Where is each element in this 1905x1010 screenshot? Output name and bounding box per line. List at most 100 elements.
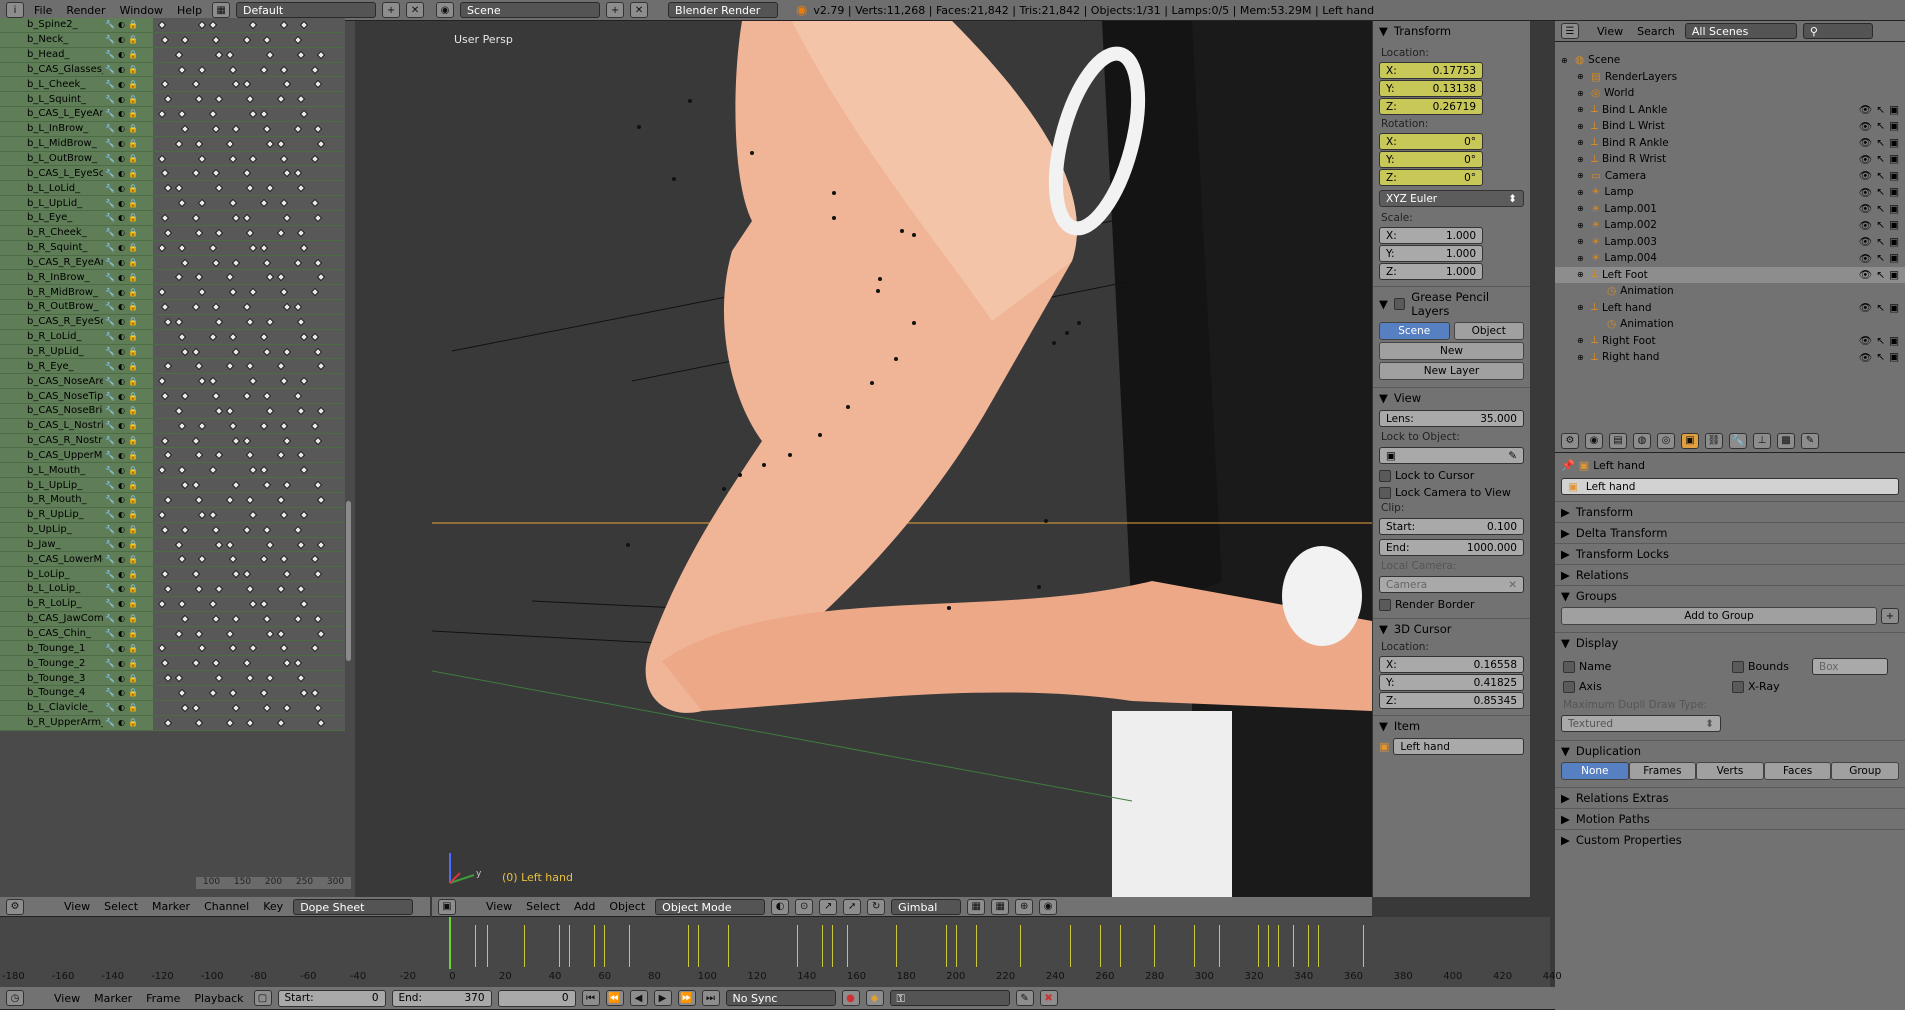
dopesheet-channel[interactable]: b_R_UpLid_ 🔧 ◐ 🔒 — [0, 344, 345, 360]
channel-keys[interactable] — [153, 225, 345, 240]
lock-object-field[interactable]: ▣ ✎ — [1379, 447, 1524, 464]
keyframe-marker[interactable] — [163, 184, 173, 193]
outliner-item[interactable]: ⊕ ▤ RenderLayers — [1555, 69, 1905, 86]
keyframe-marker[interactable] — [313, 347, 323, 356]
keyframe-marker[interactable] — [262, 35, 272, 45]
keyframe-marker[interactable] — [299, 20, 309, 30]
render-visibility-icon[interactable]: ▣ — [1889, 137, 1899, 149]
next-key-icon[interactable]: ⏩ — [677, 990, 696, 1006]
keyframe-marker[interactable] — [191, 569, 201, 579]
lock-icon[interactable]: 🔒 — [128, 614, 138, 623]
rotation-z-field[interactable]: Z: 0° — [1379, 169, 1483, 186]
dopesheet-channel[interactable]: b_Jaw_ 🔧 ◐ 🔒 — [0, 537, 345, 553]
dopesheet-channel[interactable]: b_L_Clavicle_ 🔧 ◐ 🔒 — [0, 700, 345, 716]
keyframe-marker[interactable] — [248, 154, 258, 163]
keyframe-marker[interactable] — [174, 540, 184, 549]
mute-icon[interactable]: ◐ — [118, 169, 125, 178]
dopesheet-channel[interactable]: b_L_Squint_ 🔧 ◐ 🔒 — [0, 92, 345, 108]
dopesheet-channel[interactable]: b_L_UpLid_ 🔧 ◐ 🔒 — [0, 196, 345, 211]
render-visibility-icon[interactable]: ▣ — [1889, 104, 1899, 116]
keyframe-marker[interactable] — [316, 629, 326, 638]
dopesheet-channel[interactable]: b_R_Squint_ 🔧 ◐ 🔒 — [0, 240, 345, 256]
keyframe-marker[interactable] — [225, 273, 235, 282]
keyframe-marker[interactable] — [163, 673, 173, 683]
keyframe-marker[interactable] — [214, 540, 224, 549]
wrench-icon[interactable]: 🔧 — [105, 273, 115, 282]
keyframe-marker[interactable] — [157, 287, 167, 297]
keyframe-marker[interactable] — [265, 406, 275, 416]
display-axis-checkbox[interactable] — [1563, 680, 1575, 693]
keyframe-marker[interactable] — [194, 228, 204, 238]
outliner-editor-icon[interactable]: ☰ — [1561, 23, 1579, 39]
eye-icon[interactable]: 👁 — [1859, 136, 1872, 149]
keyframe-marker[interactable] — [174, 273, 184, 282]
location-x-field[interactable]: X: 0.17753 — [1379, 62, 1483, 79]
wrench-icon[interactable]: 🔧 — [105, 495, 115, 504]
keyframe-marker[interactable] — [231, 703, 241, 713]
eye-icon[interactable]: 👁 — [1859, 169, 1872, 182]
outliner-menu-search[interactable]: Search — [1633, 25, 1679, 38]
lock-icon[interactable]: 🔒 — [128, 20, 138, 29]
outliner-item[interactable]: ⊕ ⟂ Bind L Wrist 👁 ↖ ▣ — [1555, 118, 1905, 135]
keyframe-marker[interactable] — [214, 406, 224, 416]
eye-icon[interactable]: 👁 — [1859, 351, 1872, 364]
keyframe-marker[interactable] — [316, 718, 326, 727]
keyframe-marker[interactable] — [299, 332, 309, 341]
keyframe-marker[interactable] — [276, 718, 286, 727]
keyframe-marker[interactable] — [180, 124, 190, 134]
lock-icon[interactable]: 🔒 — [128, 317, 138, 326]
mute-icon[interactable]: ◐ — [118, 525, 125, 534]
keyframe-marker[interactable] — [174, 317, 184, 327]
wrench-icon[interactable]: 🔧 — [105, 674, 115, 683]
keyframe-marker[interactable] — [194, 273, 204, 282]
channel-keys[interactable] — [153, 493, 345, 507]
lock-icon[interactable]: 🔒 — [128, 659, 138, 668]
keyframe-marker[interactable] — [276, 273, 286, 282]
keyframe-marker[interactable] — [157, 154, 167, 163]
keyframe-marker[interactable] — [177, 198, 187, 208]
mute-icon[interactable]: ◐ — [118, 570, 125, 579]
keyframe-marker[interactable] — [310, 644, 320, 653]
render-visibility-icon[interactable]: ▣ — [1889, 120, 1899, 132]
keyframe-marker[interactable] — [262, 480, 272, 490]
keyframe-marker[interactable] — [248, 20, 258, 30]
keyframe-marker[interactable] — [242, 659, 252, 668]
keyframe-marker[interactable] — [262, 391, 272, 401]
keyframe-marker[interactable] — [208, 377, 218, 386]
render-visibility-icon[interactable]: ▣ — [1889, 153, 1899, 165]
outliner-filter-select[interactable]: All Scenes — [1684, 23, 1797, 39]
wrench-icon[interactable]: 🔧 — [105, 525, 115, 534]
channel-keys[interactable] — [153, 656, 345, 671]
dopesheet-channel[interactable]: b_R_InBrow_ 🔧 ◐ 🔒 — [0, 270, 345, 286]
lock-icon[interactable]: 🔒 — [128, 347, 138, 356]
insert-key-icon[interactable]: ✎ — [1015, 990, 1034, 1006]
keyframe-marker[interactable] — [231, 213, 241, 223]
lock-icon[interactable]: 🔒 — [128, 406, 138, 415]
mute-icon[interactable]: ◐ — [118, 347, 125, 356]
menu-help[interactable]: Help — [173, 4, 206, 17]
lock-icon[interactable]: 🔒 — [128, 228, 138, 237]
select-icon[interactable]: ↖ — [1876, 186, 1885, 198]
mute-icon[interactable]: ◐ — [118, 703, 125, 712]
dopesheet-channel[interactable]: b_CAS_R_EyeArea_🔧◐🔒 — [0, 255, 345, 271]
dopesheet-channel[interactable]: b_CAS_JawComp_🔧◐🔒 — [0, 611, 345, 627]
dopesheet-channel[interactable]: b_R_Mouth_ 🔧 ◐ 🔒 — [0, 493, 345, 508]
current-frame-field[interactable]: 0 — [497, 989, 576, 1007]
channel-keys[interactable] — [153, 32, 345, 47]
dopesheet-channel[interactable]: b_L_InBrow_ 🔧 ◐ 🔒 — [0, 121, 345, 137]
keyframe-marker[interactable] — [228, 555, 238, 564]
keyframe-marker[interactable] — [282, 213, 292, 223]
channel-keys[interactable] — [153, 582, 345, 596]
mute-icon[interactable]: ◐ — [118, 139, 125, 148]
mute-icon[interactable]: ◐ — [118, 614, 125, 623]
channel-keys[interactable] — [153, 47, 345, 62]
mute-icon[interactable]: ◐ — [118, 332, 125, 341]
dopesheet-channel[interactable]: b_Spine2_ 🔧 ◐ 🔒 — [0, 18, 345, 33]
keyframe-marker[interactable] — [180, 525, 190, 534]
mute-icon[interactable]: ◐ — [118, 213, 125, 222]
keyframe-marker[interactable] — [177, 466, 187, 475]
keyframe-marker[interactable] — [299, 688, 309, 698]
keyframe-marker[interactable] — [245, 362, 255, 371]
keyframe-marker[interactable] — [242, 80, 252, 89]
local-camera-field[interactable]: Camera ✕ — [1379, 576, 1524, 593]
